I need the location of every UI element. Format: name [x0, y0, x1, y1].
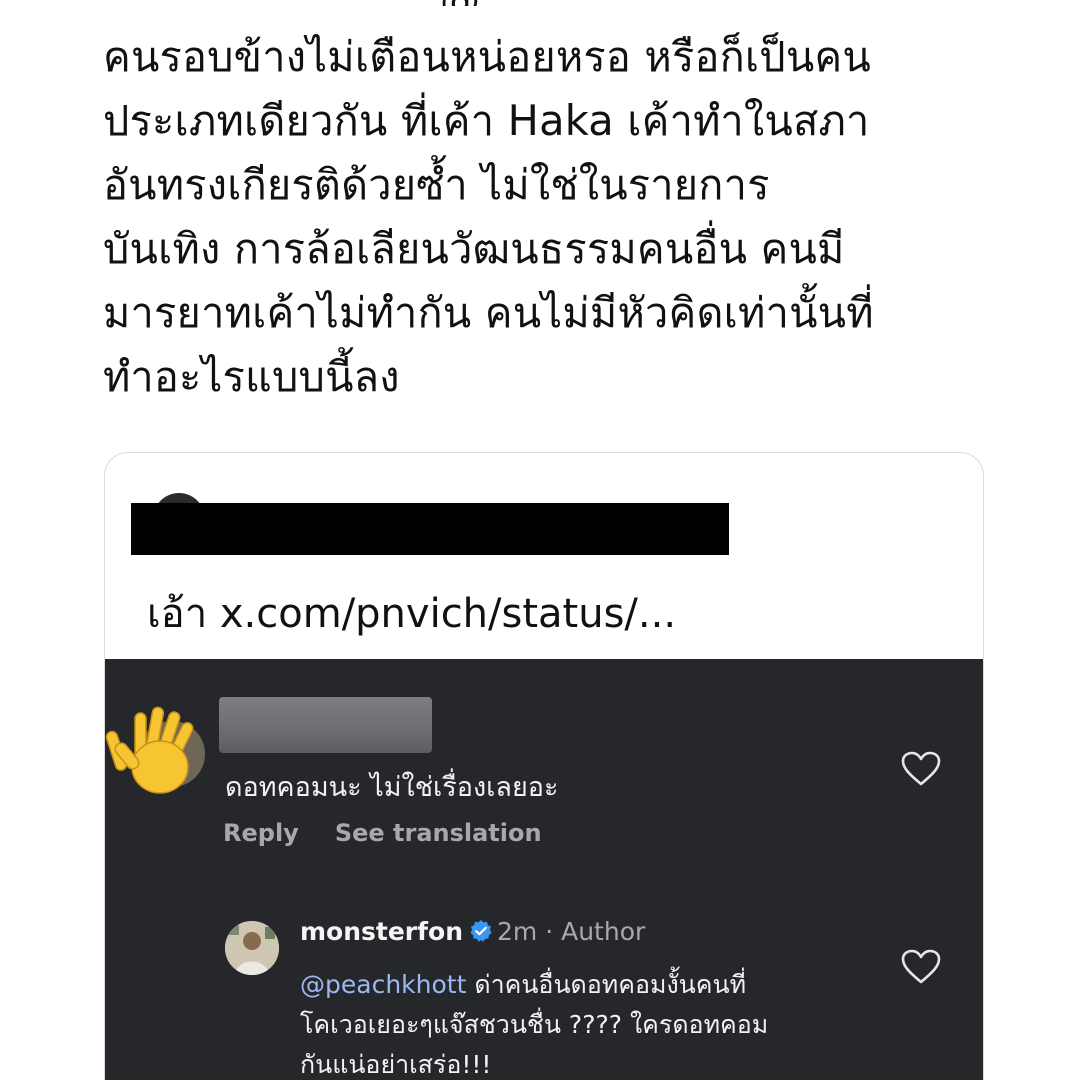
raised-hand-icon — [105, 706, 194, 794]
redaction-bar — [131, 503, 729, 555]
tweet-line: ประเภทเดียวกัน ที่เค้า Haka เค้าทำในสภา — [103, 96, 870, 145]
reply-username[interactable]: monsterfon — [300, 917, 463, 946]
comment-text: ดอทคอมนะ ไม่ใช่เรื่องเลยอะ — [225, 772, 559, 803]
tweet-line: ทำอะไรแบบนี้ลง — [103, 352, 400, 401]
quoted-tweet-card[interactable]: เอ้า x.com/pnvich/status/... ดอทคอมนะ ไม… — [104, 452, 984, 1080]
tweet-text: คนรอบข้างไม่เตือนหน่อยหรอ หรือก็เป็นคน ป… — [103, 25, 1003, 409]
heart-icon[interactable] — [901, 751, 941, 787]
embedded-screenshot: ดอทคอมนะ ไม่ใช่เรื่องเลยอะ Reply See tran… — [105, 659, 983, 1080]
person-photo-icon — [225, 921, 279, 975]
reply-header: monsterfon 2m · Author — [300, 917, 645, 946]
mention-link[interactable]: @peachkhott — [300, 970, 466, 999]
heart-icon[interactable] — [901, 949, 941, 985]
reply-text: @peachkhott ด่าคนอื่นดอทคอมงั้นคนที่ โคเ… — [300, 965, 900, 1080]
reply-line-text: ด่าคนอื่นดอทคอมงั้นคนที่ — [466, 970, 747, 999]
reply-line: @peachkhott ด่าคนอื่นดอทคอมงั้นคนที่ — [300, 965, 900, 1005]
verified-badge-icon — [470, 920, 492, 942]
reply-line: โคเวอเยอะๆแจ๊สชวนชื่น ???? ใครดอทคอม — [300, 1010, 769, 1039]
tweet-line: อันทรงเกียรติด้วยซ้ำ ไม่ใช่ในรายการ — [103, 160, 770, 209]
blurred-username — [219, 697, 432, 753]
see-translation-link[interactable]: See translation — [335, 819, 542, 847]
reply-meta: 2m · Author — [497, 917, 646, 946]
tweet-line: มารยาทเค้าไม่ทำกัน คนไม่มีหัวคิดเท่านั้น… — [103, 288, 874, 337]
reply-line: กันแน่อย่าเสร่อ!!! — [300, 1050, 492, 1079]
comment-actions: Reply See translation — [223, 819, 542, 847]
reply-avatar[interactable] — [225, 921, 279, 975]
cut-off-glyph: @ — [440, 0, 480, 6]
quoted-tweet-text: เอ้า x.com/pnvich/status/... — [147, 591, 677, 637]
tweet-line: บันเทิง การล้อเลียนวัฒนธรรมคนอื่น คนมี — [103, 224, 845, 273]
reply-link[interactable]: Reply — [223, 819, 299, 847]
cut-off-header: @ — [400, 0, 520, 6]
tweet-line: คนรอบข้างไม่เตือนหน่อยหรอ หรือก็เป็นคน — [103, 32, 871, 81]
